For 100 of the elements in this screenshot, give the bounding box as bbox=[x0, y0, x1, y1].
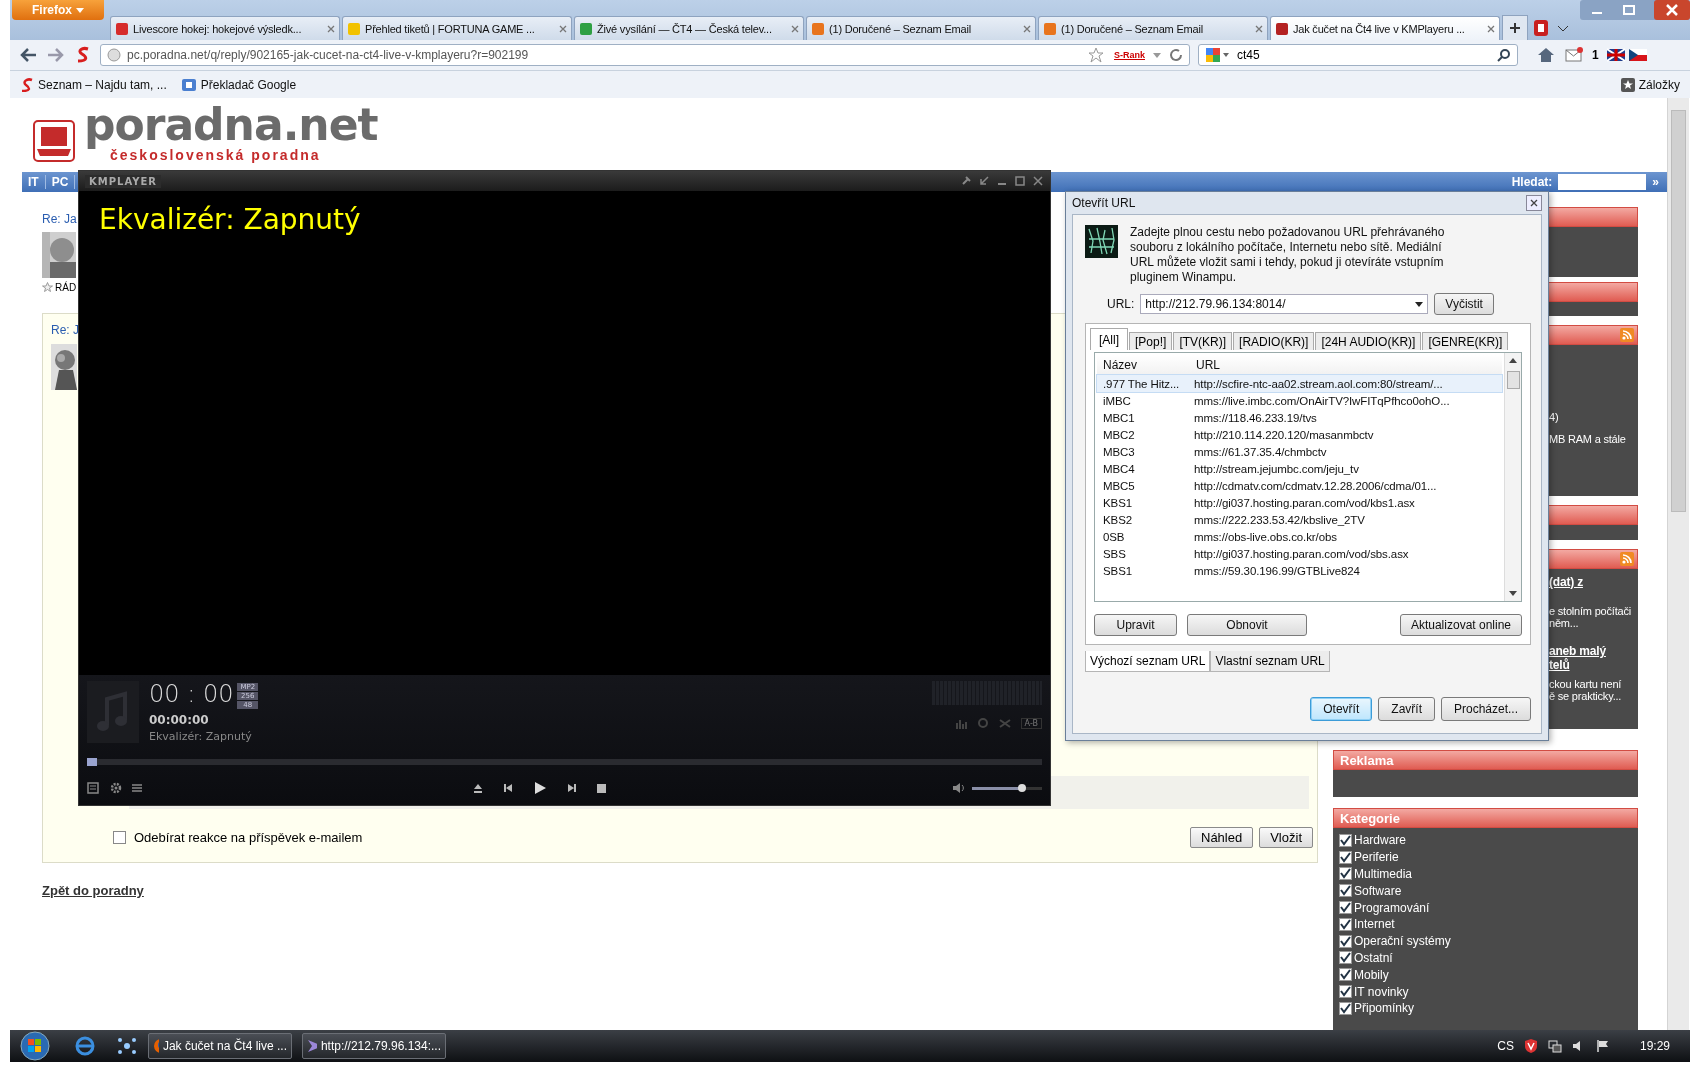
scrollbar[interactable] bbox=[1504, 353, 1521, 601]
checkbox[interactable] bbox=[113, 831, 126, 844]
category-tab[interactable]: [All] bbox=[1090, 328, 1128, 350]
flag-icon[interactable] bbox=[1595, 1039, 1610, 1053]
back-link[interactable]: Zpět do poradny bbox=[42, 883, 144, 898]
close-tab-icon[interactable] bbox=[791, 24, 799, 33]
home-icon[interactable] bbox=[1536, 46, 1556, 64]
form-button[interactable]: Vložit bbox=[1259, 827, 1313, 848]
url-combobox[interactable]: http://212.79.96.134:8014/ bbox=[1140, 294, 1429, 314]
checkbox[interactable] bbox=[1339, 850, 1352, 864]
next-icon[interactable] bbox=[567, 783, 577, 794]
checkbox[interactable] bbox=[1339, 901, 1352, 915]
scroll-down-icon[interactable] bbox=[1509, 591, 1517, 596]
rss-icon[interactable] bbox=[1620, 552, 1634, 566]
flags-icon[interactable] bbox=[1606, 48, 1647, 62]
ab-repeat-button[interactable]: A-B bbox=[1020, 717, 1042, 729]
list-row[interactable]: 0SB mms://obs-live.obs.co.kr/obs bbox=[1097, 528, 1502, 545]
list-row[interactable]: SBS1 mms://59.30.196.99/GTBLive824 bbox=[1097, 562, 1502, 579]
checkbox[interactable] bbox=[1339, 985, 1352, 999]
checkbox[interactable] bbox=[1339, 917, 1352, 931]
previous-icon[interactable] bbox=[503, 783, 513, 794]
list-tab[interactable]: Výchozí seznam URL bbox=[1085, 651, 1211, 672]
article-link[interactable]: aneb malý bbox=[1549, 644, 1638, 658]
list-row[interactable]: KBS2 mms://222.233.53.42/kbslive_2TV bbox=[1097, 511, 1502, 528]
rss-icon[interactable] bbox=[1620, 328, 1634, 342]
list-button[interactable]: Aktualizovat online bbox=[1399, 614, 1522, 636]
rank-badge[interactable]: S-Rank bbox=[1114, 50, 1145, 60]
volume-slider[interactable] bbox=[972, 786, 1042, 790]
nav-link[interactable]: PC bbox=[45, 175, 76, 189]
clear-button[interactable]: Vyčistit bbox=[1434, 293, 1494, 315]
playlist-icon[interactable] bbox=[87, 782, 99, 795]
dialog-button[interactable]: Zavřít bbox=[1378, 697, 1435, 721]
volume-icon[interactable] bbox=[952, 782, 966, 795]
checkbox[interactable] bbox=[1339, 951, 1352, 965]
taskbar-window-button[interactable]: http://212.79.96.134:... bbox=[302, 1033, 446, 1059]
category-tab[interactable]: [TV(KR)] bbox=[1173, 332, 1233, 350]
article-link[interactable]: (dat) z bbox=[1549, 575, 1638, 589]
column-header[interactable]: Název bbox=[1097, 358, 1190, 372]
address-field[interactable]: pc.poradna.net/q/reply/902165-jak-cucet-na-ct4-live-v-kmplayeru?r=902199 S-Rank bbox=[100, 44, 1190, 66]
close-tab-icon[interactable] bbox=[327, 24, 335, 33]
search-field[interactable]: ct45 bbox=[1198, 44, 1518, 66]
browser-tab[interactable]: Přehled tiketů | FORTUNA GAME ... bbox=[342, 16, 572, 40]
browser-tab[interactable]: Živé vysílání — ČT4 — Česká telev... bbox=[574, 16, 804, 40]
new-tab-button[interactable] bbox=[1502, 15, 1528, 40]
network-icon[interactable] bbox=[116, 1035, 138, 1057]
search-go-link[interactable]: » bbox=[1652, 175, 1659, 189]
mail-icon[interactable] bbox=[1564, 46, 1584, 64]
browser-icon[interactable] bbox=[74, 1035, 96, 1057]
list-row[interactable]: iMBC mms://live.imbc.com/OnAirTV?IwFITqPfhco0ohO... bbox=[1097, 392, 1502, 409]
column-header[interactable]: URL bbox=[1190, 358, 1220, 372]
play-icon[interactable] bbox=[533, 781, 547, 796]
scroll-up-icon[interactable] bbox=[1509, 358, 1517, 363]
browser-tab[interactable]: Livescore hokej: hokejové výsledk... bbox=[110, 16, 340, 40]
reply-title[interactable]: Re: J bbox=[51, 322, 79, 338]
list-row[interactable]: .977 The Hitz... http://scfire-ntc-aa02.stream.aol.com:80/stream/... bbox=[1097, 375, 1502, 392]
close-button[interactable] bbox=[1526, 195, 1542, 211]
list-row[interactable]: MBC4 http://stream.jejumbc.com/jeju_tv bbox=[1097, 460, 1502, 477]
article-link[interactable]: telů bbox=[1549, 658, 1638, 672]
star-icon[interactable] bbox=[1088, 47, 1104, 63]
checkbox[interactable] bbox=[1339, 884, 1352, 898]
reload-icon[interactable] bbox=[1169, 48, 1183, 62]
scroll-thumb[interactable] bbox=[1507, 371, 1520, 389]
checkbox[interactable] bbox=[1339, 867, 1352, 881]
form-button[interactable]: Náhled bbox=[1190, 827, 1254, 848]
clock[interactable]: 19:29 bbox=[1639, 1039, 1670, 1053]
close-tab-icon[interactable] bbox=[559, 24, 567, 33]
close-tab-icon[interactable] bbox=[1255, 24, 1263, 33]
post-title[interactable]: Re: Ja bbox=[42, 212, 77, 226]
close-tab-icon[interactable] bbox=[1023, 24, 1031, 33]
list-button[interactable]: Upravit bbox=[1094, 614, 1177, 636]
category-tab[interactable]: [Pop!] bbox=[1129, 332, 1173, 350]
window-controls[interactable] bbox=[1580, 0, 1690, 20]
list-row[interactable]: MBC1 mms://118.46.233.19/tvs bbox=[1097, 409, 1502, 426]
start-button[interactable] bbox=[18, 1031, 52, 1061]
dialog-button[interactable]: Otevřít bbox=[1310, 697, 1373, 721]
settings-icon[interactable] bbox=[109, 781, 123, 796]
category-tab[interactable]: [GENRE(KR)] bbox=[1422, 332, 1509, 350]
network-icon[interactable] bbox=[1547, 1039, 1562, 1053]
dialog-button[interactable]: Procházet... bbox=[1440, 697, 1531, 721]
taskbar-window-button[interactable]: Jak čučet na Čt4 live ... bbox=[148, 1033, 292, 1059]
checkbox[interactable] bbox=[1339, 1001, 1352, 1015]
site-logo[interactable]: poradna.net bbox=[84, 103, 378, 147]
checkbox[interactable] bbox=[1339, 934, 1352, 948]
scrollbar[interactable] bbox=[1667, 98, 1689, 1030]
stop-icon[interactable] bbox=[597, 783, 606, 793]
category-tab[interactable]: [RADIO(KR)] bbox=[1233, 332, 1315, 350]
shield-icon[interactable] bbox=[1523, 1038, 1538, 1054]
back-icon[interactable] bbox=[18, 46, 38, 64]
compact-icon[interactable] bbox=[978, 175, 990, 187]
bookmark-link[interactable]: Překladač Google bbox=[176, 75, 301, 94]
language-indicator[interactable]: CS bbox=[1497, 1039, 1514, 1053]
nav-link[interactable]: IT bbox=[22, 175, 46, 189]
close-tab-icon[interactable] bbox=[1487, 24, 1495, 33]
browser-tab[interactable]: (1) Doručené – Seznam Email bbox=[1038, 16, 1268, 40]
search-engine-icon[interactable] bbox=[1205, 47, 1231, 63]
list-tab[interactable]: Vlastní seznam URL bbox=[1210, 651, 1330, 672]
bookmarks-menu[interactable]: Záložky bbox=[1616, 75, 1684, 94]
browser-tab[interactable]: Jak čučet na Čt4 live v KMPlayeru ... bbox=[1270, 16, 1500, 40]
list-button[interactable]: Obnovit bbox=[1187, 614, 1307, 636]
checkbox[interactable] bbox=[1339, 968, 1352, 982]
